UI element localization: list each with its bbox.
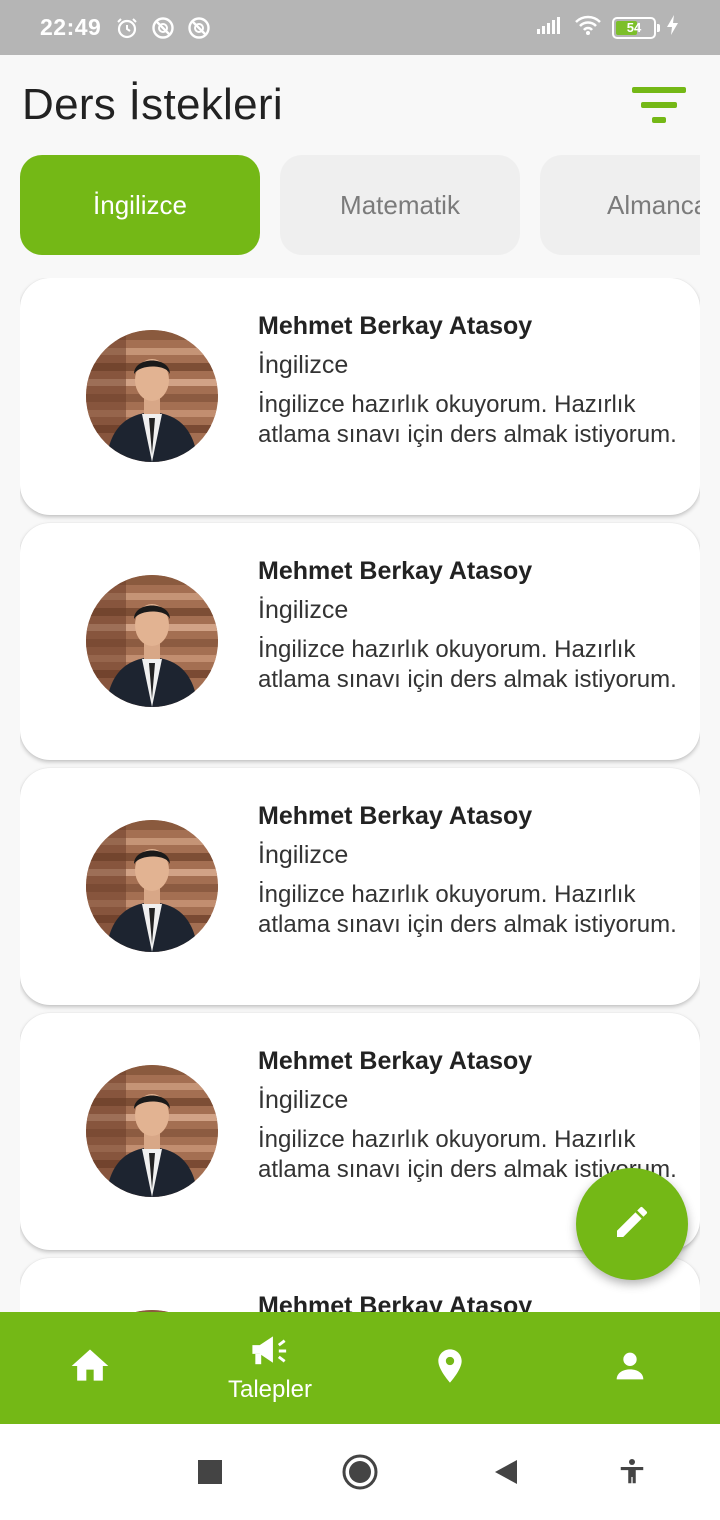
request-card[interactable]: Mehmet Berkay Atasoy İngilizce İngilizce… [20, 523, 700, 760]
alarm-icon [115, 16, 139, 40]
request-description: İngilizce hazırlık okuyorum. Hazırlık at… [258, 391, 677, 448]
nav-profile[interactable] [540, 1312, 720, 1424]
request-description: İngilizce hazırlık okuyorum. Hazırlık at… [258, 636, 677, 693]
request-card[interactable]: Mehmet Berkay Atasoy İngilizce İngilizce… [20, 278, 700, 515]
avatar [86, 1065, 218, 1197]
request-name: Mehmet Berkay Atasoy [258, 1047, 533, 1075]
page-title: Ders İstekleri [22, 80, 283, 129]
bottom-navigation: Talepler [0, 1312, 720, 1424]
nav-label: Talepler [227, 1375, 313, 1403]
wifi-icon [574, 14, 602, 41]
category-chip-label: Matematik [340, 189, 460, 220]
avatar [86, 820, 218, 952]
category-chip-label: İngilizce [93, 189, 187, 220]
app-header: Ders İstekleri [0, 55, 720, 155]
charging-icon [666, 14, 680, 41]
category-chip-almanca[interactable]: Almanca [540, 155, 700, 255]
system-navigation-bar [0, 1424, 720, 1520]
do-not-disturb-icon [151, 16, 175, 40]
request-name: Mehmet Berkay Atasoy [258, 802, 533, 830]
status-time: 22:49 [40, 14, 102, 40]
nav-location[interactable] [360, 1312, 540, 1424]
request-name: Mehmet Berkay Atasoy [258, 312, 533, 340]
back-icon[interactable] [486, 1452, 526, 1492]
request-subject: İngilizce [258, 351, 349, 379]
new-request-button[interactable] [576, 1168, 688, 1280]
avatar [86, 575, 218, 707]
request-subject: İngilizce [258, 1086, 349, 1114]
person-icon [610, 1346, 650, 1391]
request-description: İngilizce hazırlık okuyorum. Hazırlık at… [258, 881, 677, 938]
battery-level: 54 [626, 20, 642, 35]
location-pin-icon [430, 1344, 470, 1393]
nav-home[interactable] [0, 1312, 180, 1424]
avatar [86, 330, 218, 462]
nav-talepler[interactable]: Talepler [180, 1312, 360, 1424]
request-subject: İngilizce [258, 596, 349, 624]
request-name: Mehmet Berkay Atasoy [258, 1292, 533, 1312]
request-subject: İngilizce [258, 841, 349, 869]
signal-icon [536, 15, 564, 40]
category-chip-matematik[interactable]: Matematik [280, 155, 520, 255]
megaphone-icon [248, 1333, 292, 1374]
request-name: Mehmet Berkay Atasoy [258, 557, 533, 585]
request-list: Mehmet Berkay Atasoy İngilizce İngilizce… [20, 278, 700, 1312]
home-circle-icon[interactable] [340, 1452, 380, 1492]
request-card[interactable]: Mehmet Berkay Atasoy İngilizce İngilizce… [20, 768, 700, 1005]
category-chip-ingilizce[interactable]: İngilizce [20, 155, 260, 255]
status-bar: 22:49 54 [0, 0, 720, 55]
accessibility-icon[interactable] [612, 1452, 652, 1492]
battery-icon: 54 [612, 16, 660, 39]
category-chip-label: Almanca [607, 189, 700, 220]
do-not-disturb-icon [187, 16, 211, 40]
recents-icon[interactable] [190, 1452, 230, 1492]
category-tabs: İngilizce Matematik Almanca [20, 155, 700, 255]
home-icon [68, 1344, 112, 1393]
pencil-icon [612, 1202, 652, 1247]
filter-icon[interactable] [630, 83, 688, 127]
